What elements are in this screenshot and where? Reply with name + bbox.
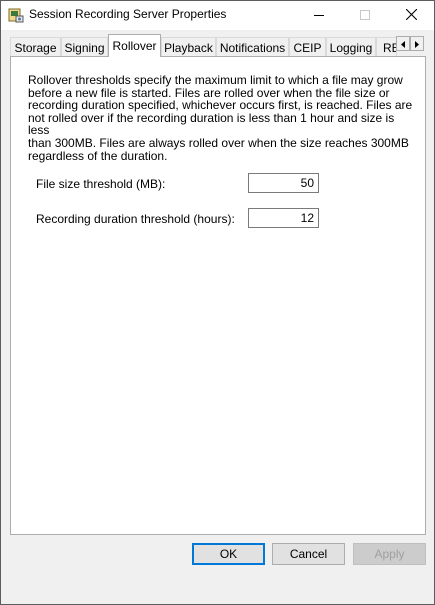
cancel-button[interactable]: Cancel <box>272 543 345 565</box>
tab-signing[interactable]: Signing <box>61 37 108 57</box>
maximize-icon <box>360 9 370 23</box>
file-size-input[interactable] <box>248 173 319 193</box>
close-icon <box>405 8 417 23</box>
tab-rollover[interactable]: Rollover <box>108 34 161 57</box>
maximize-button[interactable] <box>342 1 388 30</box>
tab-scroll-left-button[interactable] <box>396 36 410 51</box>
description-line: not rolled over if the recording duratio… <box>28 110 395 138</box>
tab-logging[interactable]: Logging <box>326 37 376 57</box>
close-button[interactable] <box>388 1 434 30</box>
description-line: recording duration specified, whichever … <box>28 98 413 113</box>
duration-input[interactable] <box>248 208 319 228</box>
properties-window: Session Recording Server Properties Stor… <box>0 0 435 605</box>
tab-playback[interactable]: Playback <box>161 37 216 57</box>
minimize-icon <box>314 9 324 23</box>
window-title: Session Recording Server Properties <box>29 7 227 21</box>
duration-label: Recording duration threshold (hours): <box>36 212 235 226</box>
tab-strip: Storage Signing Rollover Playback Notifi… <box>10 34 426 57</box>
tab-storage[interactable]: Storage <box>10 37 61 57</box>
apply-button[interactable]: Apply <box>353 543 426 565</box>
tab-record-actions[interactable]: RE <box>376 37 397 57</box>
title-bar[interactable]: Session Recording Server Properties <box>1 1 434 30</box>
arrow-left-icon <box>400 37 406 51</box>
rollover-description: Rollover thresholds specify the maximum … <box>28 74 413 162</box>
ok-button[interactable]: OK <box>192 543 265 565</box>
app-icon <box>8 7 24 23</box>
tab-scroll-right-button[interactable] <box>410 36 424 51</box>
rollover-panel: Rollover thresholds specify the maximum … <box>10 56 426 535</box>
arrow-right-icon <box>414 37 420 51</box>
description-line: than 300MB. Files are always rolled over… <box>28 135 409 150</box>
description-line: Rollover thresholds specify the maximum … <box>28 73 403 87</box>
tab-notifications[interactable]: Notifications <box>216 37 289 57</box>
file-size-label: File size threshold (MB): <box>36 177 166 191</box>
tab-ceip[interactable]: CEIP <box>289 37 326 57</box>
minimize-button[interactable] <box>296 1 342 30</box>
description-line: regardless of the duration. <box>28 148 168 163</box>
